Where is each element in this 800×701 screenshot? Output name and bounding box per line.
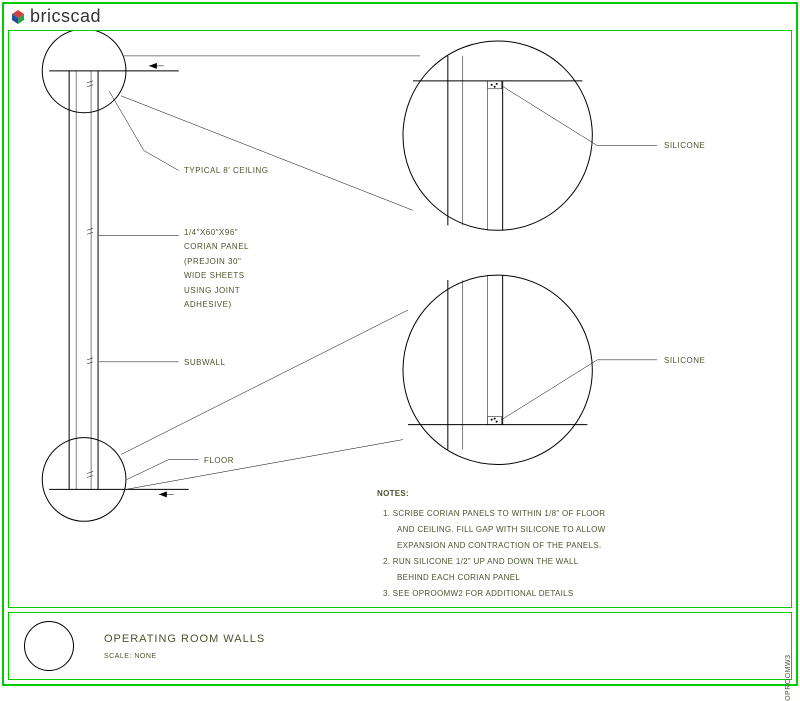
drawing-title: OPERATING ROOM WALLS xyxy=(104,633,265,645)
label-panel: 1/4"X60"X96" CORIAN PANEL (PREJOIN 30" W… xyxy=(184,226,249,312)
bricscad-icon xyxy=(10,9,26,25)
label-floor: FLOOR xyxy=(204,454,234,468)
app-name: bricscad xyxy=(30,6,101,27)
label-silicone-top: SILICONE xyxy=(664,139,705,153)
drawing-area: TYPICAL 8' CEILING 1/4"X60"X96" CORIAN P… xyxy=(8,30,792,608)
drawing-scale: SCALE: NONE xyxy=(104,653,265,660)
label-subwall: SUBWALL xyxy=(184,356,225,370)
title-block: OPERATING ROOM WALLS SCALE: NONE xyxy=(8,612,792,680)
drawing-reference: OPROOMW3 xyxy=(785,655,792,701)
app-logo: bricscad xyxy=(10,6,101,27)
notes-block: NOTES: 1. SCRIBE CORIAN PANELS TO WITHIN… xyxy=(377,486,606,602)
title-detail-circle xyxy=(24,621,74,671)
label-silicone-bottom: SILICONE xyxy=(664,354,705,368)
label-ceiling: TYPICAL 8' CEILING xyxy=(184,164,268,178)
